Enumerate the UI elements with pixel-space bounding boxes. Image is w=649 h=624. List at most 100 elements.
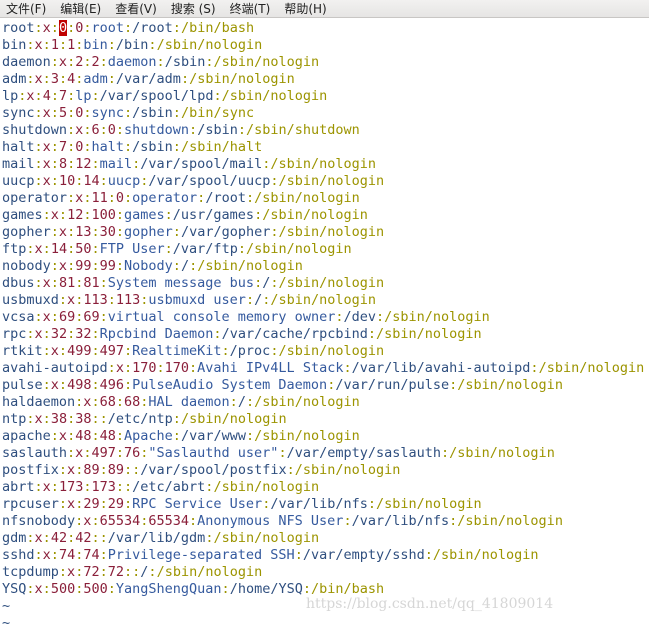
- field-gid: 100: [91, 207, 116, 223]
- field-home-dir: /var/empty/saslauth: [286, 445, 442, 461]
- field-separator: :: [229, 394, 238, 410]
- field-shell: /sbin/nologin: [254, 394, 360, 410]
- field-password: x: [50, 343, 59, 359]
- field-shell: /sbin/nologin: [457, 513, 563, 529]
- field-gid: 42: [75, 530, 92, 546]
- field-shell: /bin/sync: [180, 105, 255, 121]
- field-home-dir: /dev: [343, 309, 376, 325]
- field-shell: /sbin/nologin: [262, 207, 368, 223]
- menu-help[interactable]: 帮助(H): [284, 0, 326, 17]
- field-password: x: [42, 105, 51, 121]
- field-home-dir: /root: [132, 20, 173, 36]
- field-separator: :: [107, 71, 116, 87]
- field-separator: :: [34, 309, 43, 325]
- field-username: rtkit: [2, 343, 43, 359]
- field-uid: 4: [42, 88, 51, 104]
- field-separator: :: [172, 139, 181, 155]
- field-separator: :: [26, 71, 35, 87]
- field-uid: 89: [83, 462, 100, 478]
- text-line: nfsnobody:x:65534:65534:Anonymous NFS Us…: [2, 513, 649, 530]
- text-line: root:x:0:0:root:/root:/bin/bash: [2, 20, 649, 37]
- field-home-dir: /usr/games: [172, 207, 255, 223]
- field-uid: 29: [83, 496, 100, 512]
- field-shell: /bin/bash: [310, 581, 385, 597]
- field-password: x: [42, 479, 51, 495]
- field-shell: /sbin/nologin: [449, 445, 555, 461]
- text-cursor: 0: [58, 20, 68, 36]
- text-line: gdm:x:42:42::/var/lib/gdm:/sbin/nologin: [2, 530, 649, 547]
- field-gecos: "Saslauthd user": [148, 445, 279, 461]
- menu-file[interactable]: 文件(F): [6, 0, 46, 17]
- field-shell: /sbin/nologin: [538, 360, 645, 376]
- field-username: halt: [2, 139, 35, 155]
- field-uid: 3: [50, 71, 59, 87]
- field-uid: 48: [75, 428, 92, 444]
- text-line: adm:x:3:4:adm:/var/adm:/sbin/nologin: [2, 71, 649, 88]
- field-separator: :: [67, 54, 76, 70]
- terminal-window: 文件(F) 编辑(E) 查看(V) 搜索 (S) 终端(T) 帮助(H) roo…: [0, 0, 649, 624]
- field-password: x: [58, 224, 68, 240]
- field-separator: :: [67, 156, 76, 172]
- field-separator: :: [91, 156, 100, 172]
- field-separator: :: [115, 122, 125, 138]
- field-uid: 8: [58, 156, 68, 172]
- menu-edit[interactable]: 编辑(E): [60, 0, 101, 17]
- field-gid: 2: [91, 54, 100, 70]
- field-username: YSQ: [2, 581, 27, 597]
- field-separator: :: [91, 241, 100, 257]
- field-separator: :: [115, 207, 124, 223]
- field-separator: :: [375, 309, 385, 325]
- field-password: x: [67, 462, 76, 478]
- field-uid: 81: [58, 275, 76, 291]
- field-home-dir: /var/lib/gdm: [107, 530, 206, 546]
- field-gecos: HAL daemon: [148, 394, 230, 410]
- field-password: x: [42, 139, 51, 155]
- field-gid: 38: [75, 411, 92, 427]
- field-separator: :: [91, 326, 100, 342]
- field-password: x: [42, 173, 51, 189]
- field-separator: :: [50, 105, 59, 121]
- field-separator: :: [58, 207, 68, 223]
- field-separator: :: [50, 173, 59, 189]
- terminal-text-area[interactable]: root:x:0:0:root:/root:/bin/bash bin:x:1:1…: [2, 20, 649, 624]
- field-username: rpc: [2, 326, 27, 342]
- field-gid: 497: [99, 343, 124, 359]
- field-separator: :: [91, 258, 100, 274]
- text-line: saslauth:x:497:76:"Saslauthd user":/var/…: [2, 445, 649, 462]
- field-home-dir: /var/spool/postfix: [140, 462, 287, 478]
- field-gid: 89: [107, 462, 124, 478]
- field-separator: :: [42, 530, 51, 546]
- text-line: pulse:x:498:496:PulseAudio System Daemon…: [2, 377, 649, 394]
- field-username: mail: [2, 156, 35, 172]
- field-gid: 500: [83, 581, 108, 597]
- field-username: gopher: [2, 224, 51, 240]
- menu-search[interactable]: 搜索 (S): [171, 0, 216, 17]
- text-line: apache:x:48:48:Apache:/var/www:/sbin/nol…: [2, 428, 649, 445]
- field-username: abrt: [2, 479, 35, 495]
- field-shell: /sbin/nologin: [278, 224, 385, 240]
- field-separator: :: [156, 54, 165, 70]
- field-home-dir: /bin: [115, 37, 149, 53]
- field-separator: :: [441, 445, 450, 461]
- field-uid: 497: [91, 445, 116, 461]
- field-separator: :: [67, 224, 76, 240]
- field-separator: :: [245, 190, 255, 206]
- field-username: tcpdump: [2, 564, 59, 580]
- field-gid: 30: [99, 224, 116, 240]
- field-separator: :: [254, 275, 263, 291]
- field-separator: :: [67, 530, 76, 546]
- text-line: rpcuser:x:29:29:RPC Service User:/var/li…: [2, 496, 649, 513]
- menu-terminal[interactable]: 终端(T): [230, 0, 271, 17]
- field-separator: :: [343, 513, 352, 529]
- menu-view[interactable]: 查看(V): [115, 0, 157, 17]
- field-gid: 68: [123, 394, 141, 410]
- field-separator: :: [67, 428, 76, 444]
- field-password: x: [58, 258, 68, 274]
- field-separator: :: [172, 411, 181, 427]
- field-username: sshd: [2, 547, 35, 563]
- field-separator: :: [115, 258, 125, 274]
- field-separator: :: [294, 547, 303, 563]
- field-shell: /sbin/nologin: [457, 377, 563, 393]
- field-password: x: [115, 360, 124, 376]
- field-shell: /sbin/nologin: [278, 275, 385, 291]
